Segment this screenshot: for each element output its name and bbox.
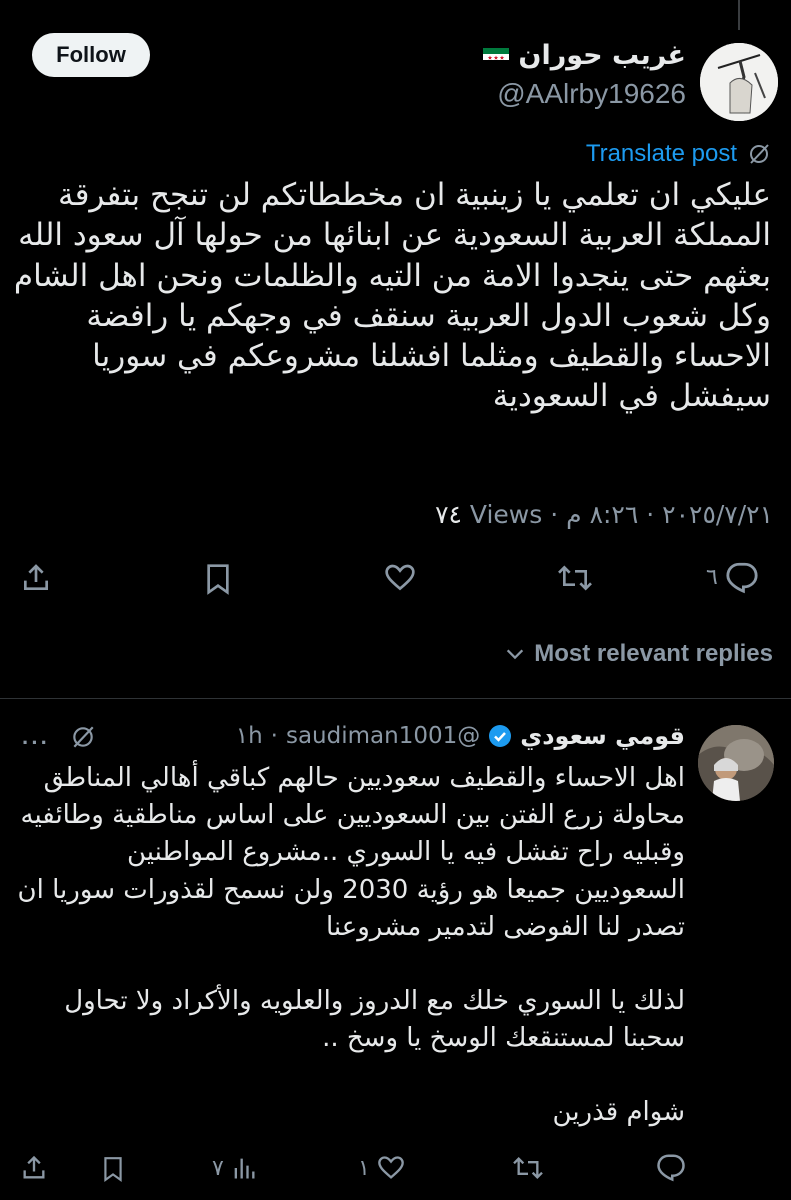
- author-name-row[interactable]: غريب حوران: [475, 40, 686, 71]
- bookmark-icon: [207, 564, 229, 595]
- translate-label[interactable]: Translate post: [586, 140, 737, 168]
- like-icon: [385, 564, 415, 591]
- bookmark-icon: [104, 1157, 122, 1182]
- share-icon: [24, 564, 48, 590]
- views-label: Views: [469, 500, 543, 529]
- divider: [0, 698, 791, 699]
- reply-icon: [726, 562, 758, 594]
- reply-count: ٦: [706, 564, 718, 590]
- reply-paragraph: اهل الاحساء والقطيف سعوديين حالهم كباقي …: [17, 763, 685, 942]
- views-icon: [234, 1158, 255, 1179]
- reply-avatar[interactable]: [698, 725, 774, 801]
- grok-icon: [73, 726, 94, 748]
- post-action-bar: ٦: [0, 558, 791, 602]
- bookmark-button[interactable]: [202, 562, 234, 596]
- reply-views-count: ٧: [212, 1155, 224, 1181]
- share-button[interactable]: [20, 562, 52, 594]
- like-icon: [377, 1156, 404, 1179]
- meta-separator: ·: [270, 723, 278, 749]
- reply-paragraph: لذلك يا السوري خلك مع الدروز والعلويه وا…: [64, 985, 685, 1054]
- chevron-down-icon: [507, 649, 524, 660]
- verified-icon: [489, 725, 512, 747]
- author-handle[interactable]: @AAlrby19626: [497, 78, 686, 110]
- share-icon: [23, 1155, 45, 1179]
- repost-button[interactable]: [555, 562, 595, 594]
- follow-button[interactable]: Follow: [32, 33, 150, 77]
- repost-icon: [558, 565, 592, 591]
- replies-sort-dropdown[interactable]: Most relevant replies: [504, 640, 773, 668]
- like-button[interactable]: [383, 562, 417, 594]
- author-name[interactable]: غريب حوران: [518, 40, 686, 71]
- grok-icon: [750, 144, 769, 164]
- reply-views-button[interactable]: ٧: [212, 1154, 258, 1182]
- post-text: عليكي ان تعلمي يا زينبية ان مخططاتكم لن …: [13, 177, 771, 415]
- reply-time[interactable]: ١h: [236, 723, 263, 749]
- meta-separator: ·: [638, 500, 655, 529]
- translate-post[interactable]: Translate post: [586, 140, 771, 168]
- reply-icon: [657, 1154, 685, 1182]
- reply-like-button[interactable]: ١: [358, 1154, 406, 1182]
- thread-line: [738, 0, 740, 30]
- meta-separator: ·: [542, 500, 559, 529]
- reply-repost-button[interactable]: [510, 1154, 546, 1182]
- reply-author-name[interactable]: قومي سعودي: [520, 722, 685, 750]
- reply-bookmark-button[interactable]: [100, 1154, 126, 1184]
- avatar-image: [698, 725, 774, 801]
- reply-button[interactable]: ٦: [706, 560, 760, 594]
- reply-text: اهل الاحساء والقطيف سعوديين حالهم كباقي …: [15, 760, 685, 1131]
- reply-reply-button[interactable]: [655, 1152, 687, 1182]
- views-count: ٧٤: [435, 500, 462, 529]
- reply-action-bar: ٧ ١: [0, 1152, 791, 1188]
- avatar-image: [700, 43, 778, 121]
- more-icon[interactable]: ···: [22, 730, 50, 756]
- reply-paragraph: شوام قذرين: [552, 1097, 685, 1128]
- reply-header: قومي سعودي @saudiman1001 · ١h: [236, 722, 685, 750]
- replies-sort-label[interactable]: Most relevant replies: [534, 640, 773, 668]
- syria-flag-icon: [483, 47, 509, 66]
- post-date: ٢٠٢٥/٧/٢١: [662, 500, 773, 529]
- author-avatar[interactable]: [700, 43, 778, 121]
- reply-handle[interactable]: @saudiman1001: [286, 723, 480, 749]
- post-meta: ٢٠٢٥/٧/٢١ · ٨:٢٦ م · Views ٧٤: [435, 500, 773, 529]
- post-time: ٨:٢٦ م: [566, 500, 639, 529]
- reply-share-button[interactable]: [20, 1154, 48, 1182]
- repost-icon: [513, 1157, 543, 1179]
- reply-grok-button[interactable]: [70, 724, 96, 754]
- reply-like-count: ١: [358, 1155, 370, 1181]
